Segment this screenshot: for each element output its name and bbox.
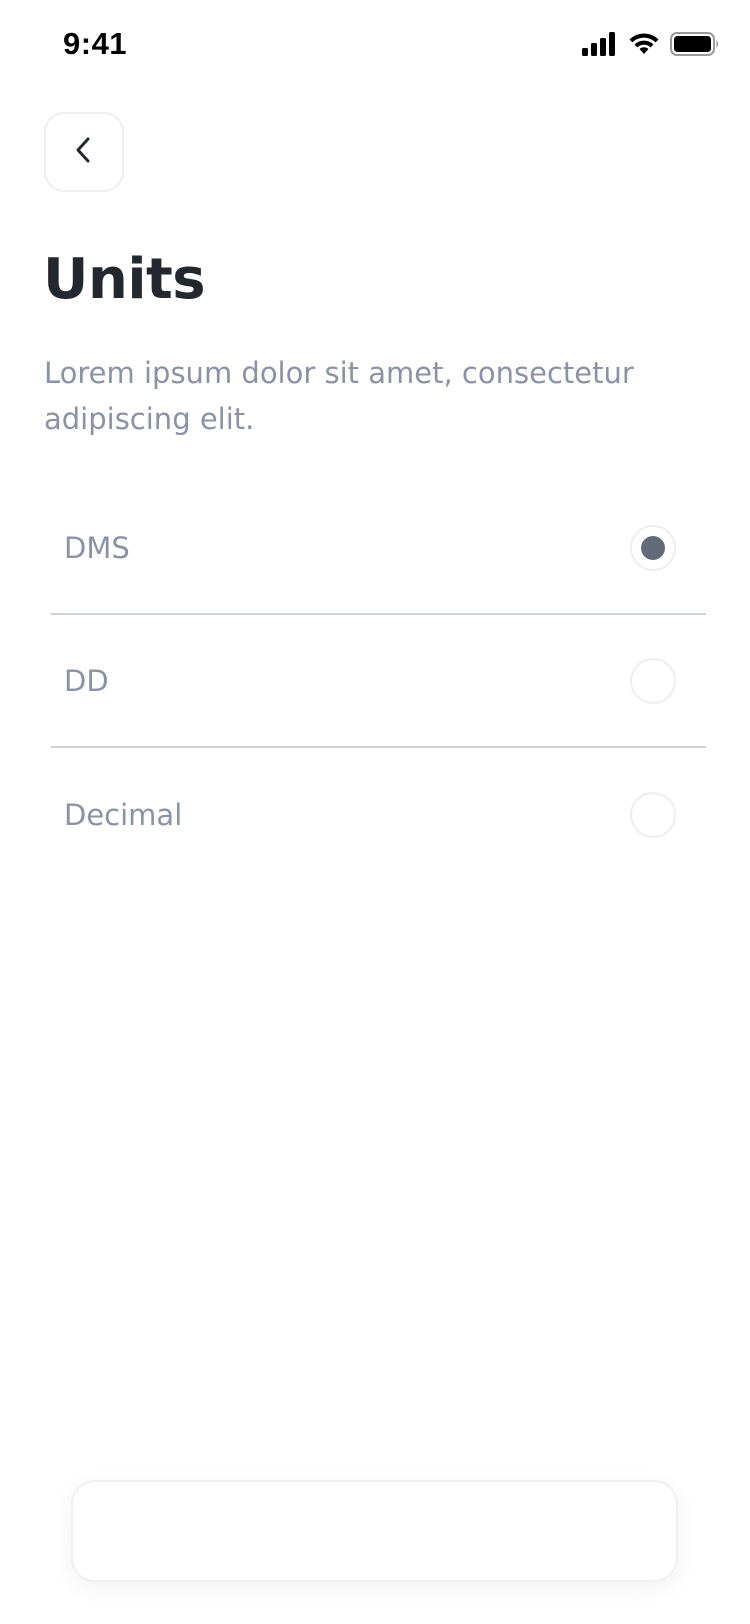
battery-icon (670, 32, 720, 60)
radio-dot (641, 535, 665, 560)
bottom-action-bar[interactable] (71, 1480, 678, 1582)
units-options-list: DMS DD Decimal (51, 482, 706, 881)
status-time: 9:41 (63, 26, 128, 61)
radio-button[interactable] (630, 791, 676, 838)
radio-button[interactable] (630, 657, 676, 704)
chevron-left-icon (68, 134, 100, 170)
option-label: Decimal (64, 797, 183, 832)
back-button[interactable] (44, 112, 124, 192)
radio-button-selected[interactable] (630, 524, 676, 571)
option-label: DMS (64, 530, 130, 565)
option-decimal[interactable]: Decimal (51, 748, 706, 881)
status-bar: 9:41 (0, 0, 750, 92)
signal-icon (582, 32, 618, 60)
status-icons (582, 32, 720, 60)
wifi-icon (628, 32, 660, 60)
option-label: DD (64, 663, 109, 698)
page-description: Lorem ipsum dolor sit amet, consectetur … (44, 356, 634, 436)
option-dms[interactable]: DMS (51, 482, 706, 615)
option-dd[interactable]: DD (51, 615, 706, 748)
page-title: Units (43, 247, 206, 312)
